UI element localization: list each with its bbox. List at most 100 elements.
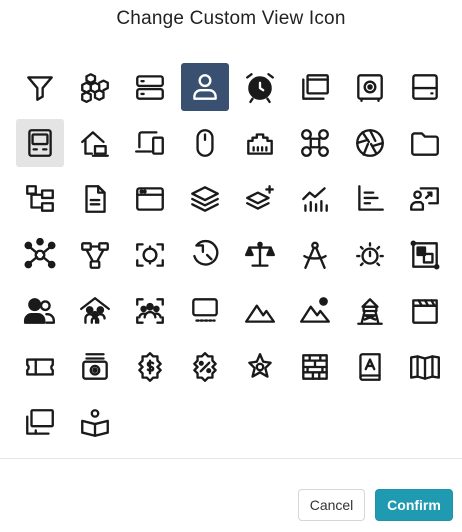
icon-option-cubes[interactable] [71, 63, 119, 111]
icon-option-brightness[interactable] [346, 231, 394, 279]
icon-option-bar-chart[interactable] [346, 175, 394, 223]
document-icon [85, 185, 106, 213]
network-hub-icon [24, 238, 56, 269]
icon-option-ticket[interactable] [16, 343, 64, 391]
icon-option-home-network[interactable] [71, 119, 119, 167]
brick-wall-icon [302, 354, 328, 380]
icon-option-chart-trend[interactable] [291, 175, 339, 223]
cancel-button[interactable]: Cancel [298, 489, 365, 521]
icon-option-dollar-badge[interactable] [126, 343, 174, 391]
hard-drive-icon [412, 74, 438, 100]
group-scan-icon [136, 298, 164, 324]
icon-option-user[interactable] [181, 63, 229, 111]
ethernet-port-icon [247, 133, 273, 155]
icon-option-reading-person[interactable] [71, 399, 119, 447]
icon-option-document[interactable] [71, 175, 119, 223]
sheriff-star-icon [248, 353, 272, 378]
icon-option-layers[interactable] [181, 175, 229, 223]
monitor-keys-icon [192, 298, 218, 322]
icon-option-percent-badge[interactable] [181, 343, 229, 391]
icon-option-devices[interactable] [126, 119, 174, 167]
icon-option-network-hub[interactable] [16, 231, 64, 279]
icon-option-drone[interactable] [291, 119, 339, 167]
icon-option-open-book[interactable] [401, 343, 449, 391]
alarm-clock-icon [246, 73, 274, 104]
open-book-icon [410, 355, 440, 380]
icon-option-address-book[interactable] [346, 343, 394, 391]
icon-option-scales[interactable] [236, 231, 284, 279]
icon-option-mountain-sun[interactable] [291, 287, 339, 335]
rotate-left-icon [193, 239, 219, 266]
confirm-button[interactable]: Confirm [375, 489, 453, 521]
icon-option-compass[interactable] [291, 231, 339, 279]
address-book-icon [359, 353, 381, 381]
computer-tower-icon [28, 129, 52, 157]
family-home-icon [80, 297, 110, 324]
library-books-icon [26, 409, 54, 435]
icon-option-filter[interactable] [16, 63, 64, 111]
icon-option-mountains[interactable] [236, 287, 284, 335]
icon-option-add-layer[interactable] [236, 175, 284, 223]
icon-option-monitor-keys[interactable] [181, 287, 229, 335]
icon-option-rotate-left[interactable] [181, 231, 229, 279]
icon-option-cash-register[interactable] [71, 343, 119, 391]
brightness-icon [356, 242, 384, 267]
clapperboard-icon [412, 299, 438, 324]
mountains-icon [245, 304, 275, 323]
icon-option-windows-stack[interactable] [291, 63, 339, 111]
layers-icon [191, 186, 219, 212]
dollar-badge-icon [138, 352, 162, 382]
icon-option-presentation-user[interactable] [401, 175, 449, 223]
scales-icon [245, 241, 275, 267]
icon-option-camera-aperture[interactable] [346, 119, 394, 167]
icon-option-group-scan[interactable] [126, 287, 174, 335]
chart-trend-icon [302, 187, 328, 212]
dialog-title: Change Custom View Icon [116, 8, 346, 29]
footer-divider [0, 458, 462, 459]
icon-option-computer-tower[interactable] [16, 119, 64, 167]
reading-person-icon [81, 409, 109, 437]
icon-option-focus-rotate[interactable] [126, 231, 174, 279]
mouse-icon [196, 129, 214, 157]
server-icon [136, 75, 164, 100]
users-icon [23, 298, 55, 324]
icon-option-clapperboard[interactable] [401, 287, 449, 335]
folder-icon [411, 132, 439, 156]
icon-option-sheriff-star[interactable] [236, 343, 284, 391]
icon-option-safe[interactable] [346, 63, 394, 111]
user-icon [193, 74, 217, 100]
icon-option-library-books[interactable] [16, 399, 64, 447]
icon-grid [16, 63, 449, 447]
add-layer-icon [246, 185, 274, 210]
ticket-icon [26, 358, 54, 376]
icon-option-browser-window[interactable] [126, 175, 174, 223]
icon-option-ethernet-port[interactable] [236, 119, 284, 167]
compass-icon [303, 241, 327, 269]
icon-option-brick-wall[interactable] [291, 343, 339, 391]
browser-window-icon [136, 187, 164, 211]
icon-option-sitemap[interactable] [16, 175, 64, 223]
windows-stack-icon [302, 74, 329, 100]
icon-option-mouse[interactable] [181, 119, 229, 167]
mountain-sun-icon [300, 297, 330, 323]
focus-rotate-icon [136, 243, 164, 267]
presentation-user-icon [410, 187, 439, 211]
icon-option-family-home[interactable] [71, 287, 119, 335]
network-nodes-icon [81, 242, 109, 269]
cubes-icon [81, 73, 109, 104]
icon-option-server[interactable] [126, 63, 174, 111]
icon-option-watchtower[interactable] [346, 287, 394, 335]
drone-icon [301, 129, 329, 157]
resize-corners-icon [410, 240, 440, 270]
icon-option-alarm-clock[interactable] [236, 63, 284, 111]
icon-option-network-nodes[interactable] [71, 231, 119, 279]
icon-option-hard-drive[interactable] [401, 63, 449, 111]
safe-icon [357, 74, 383, 102]
icon-option-folder[interactable] [401, 119, 449, 167]
filter-icon [27, 76, 53, 101]
sitemap-icon [26, 185, 54, 212]
icon-option-users[interactable] [16, 287, 64, 335]
bar-chart-icon [358, 185, 384, 211]
icon-option-resize-corners[interactable] [401, 231, 449, 279]
watchtower-icon [357, 298, 383, 325]
